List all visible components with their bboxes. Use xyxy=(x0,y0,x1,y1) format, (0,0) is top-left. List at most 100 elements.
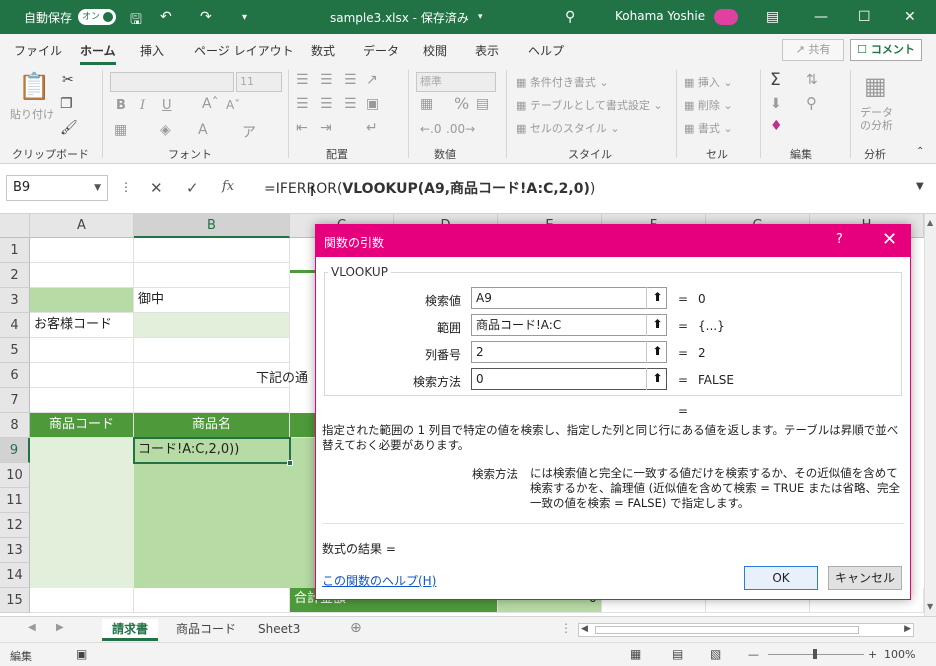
scroll-up-icon[interactable]: ▲ xyxy=(927,218,933,227)
name-box-chevron-down-icon[interactable]: ▼ xyxy=(94,176,101,200)
cell-a3[interactable] xyxy=(30,288,134,313)
zoom-level[interactable]: 100% xyxy=(884,648,915,661)
cell-b9-active[interactable]: コード!A:C,2,0)) xyxy=(133,437,291,464)
sheet-tab-invoice[interactable]: 請求書 xyxy=(102,619,159,641)
tab-insert[interactable]: 挿入 xyxy=(140,42,164,59)
phonetic-icon[interactable]: ア xyxy=(242,122,256,142)
share-button[interactable]: ↗ 共有 xyxy=(782,39,844,61)
decrease-decimal-icon[interactable]: .00→ xyxy=(446,122,475,136)
align-right-icon[interactable]: ☰ xyxy=(344,96,357,112)
indent-increase-icon[interactable]: ⇥ xyxy=(320,120,332,136)
row-header-11[interactable]: 11 xyxy=(0,488,30,513)
cell-b1[interactable] xyxy=(134,238,290,263)
fill-color-icon[interactable]: ◈ xyxy=(160,122,171,138)
clear-icon[interactable]: ♦ xyxy=(770,118,783,134)
function-help-link[interactable]: この関数のヘルプ(H) xyxy=(322,572,436,589)
autosave-toggle[interactable]: オン xyxy=(78,9,116,25)
font-color-icon[interactable]: A xyxy=(198,122,208,138)
underline-icon[interactable]: U xyxy=(162,98,172,113)
row-header-6[interactable]: 6 xyxy=(0,363,30,388)
comma-icon[interactable]: ▤ xyxy=(476,96,489,112)
accounting-icon[interactable]: ▦ xyxy=(420,96,433,112)
add-sheet-icon[interactable]: ⊕ xyxy=(350,620,362,636)
copy-icon[interactable]: ❐ xyxy=(60,96,73,112)
borders-icon[interactable]: ▦ xyxy=(114,122,127,138)
align-center-icon[interactable]: ☰ xyxy=(320,96,333,112)
name-box[interactable]: B9 ▼ xyxy=(6,175,108,201)
save-icon[interactable]: 🖫 xyxy=(130,9,142,33)
insert-function-icon[interactable]: fx xyxy=(222,179,234,194)
close-icon[interactable]: ✕ xyxy=(882,229,897,250)
increase-decimal-icon[interactable]: ←.0 xyxy=(420,122,442,136)
wrap-text-icon[interactable]: ↵ xyxy=(366,120,378,136)
page-layout-view-icon[interactable]: ▤ xyxy=(672,647,683,661)
delete-cells-button[interactable]: ▦ 削除 ⌄ xyxy=(684,97,733,113)
scroll-right-icon[interactable]: ▶ xyxy=(904,624,911,634)
tab-page-layout[interactable]: ページ レイアウト xyxy=(194,42,294,59)
cell-c8[interactable] xyxy=(290,413,316,438)
analyze-data-label[interactable]: データ の分析 xyxy=(860,106,893,132)
row-header-8[interactable]: 8 xyxy=(0,413,30,438)
tab-review[interactable]: 校閲 xyxy=(423,42,447,59)
number-format-dropdown[interactable]: 標準 xyxy=(416,72,496,92)
zoom-slider-thumb[interactable] xyxy=(813,649,817,659)
align-bottom-icon[interactable]: ☰ xyxy=(344,72,357,88)
enter-entry-icon[interactable]: ✓ xyxy=(186,179,199,197)
sheet-tab-product-code[interactable]: 商品コード xyxy=(166,619,246,641)
tab-formulas[interactable]: 数式 xyxy=(311,42,335,59)
fill-icon[interactable]: ⬇ xyxy=(770,96,782,112)
indent-decrease-icon[interactable]: ⇤ xyxy=(296,120,308,136)
merge-icon[interactable]: ▣ xyxy=(366,96,379,112)
redo-icon[interactable]: ↷ xyxy=(200,9,212,25)
cell-a15[interactable] xyxy=(30,588,134,613)
zoom-out-icon[interactable]: — xyxy=(748,648,759,661)
cell-b7[interactable] xyxy=(134,388,290,413)
tab-data[interactable]: データ xyxy=(363,42,399,59)
font-name-dropdown[interactable] xyxy=(110,72,234,92)
cancel-entry-icon[interactable]: ✕ xyxy=(150,179,163,197)
sheet-tab-sheet3[interactable]: Sheet3 xyxy=(248,619,310,641)
zoom-in-icon[interactable]: + xyxy=(868,648,877,661)
ribbon-display-icon[interactable]: ▤ xyxy=(766,9,779,25)
collapse-dialog-icon[interactable]: ⬆ xyxy=(646,287,668,309)
cell-a5[interactable] xyxy=(30,338,134,363)
cell-b3[interactable]: 御中 xyxy=(134,288,290,313)
horizontal-scroll-thumb[interactable] xyxy=(595,626,859,634)
comment-button[interactable]: ☐ コメント xyxy=(850,39,922,61)
maximize-icon[interactable]: ☐ xyxy=(858,9,871,25)
autosum-icon[interactable]: Σ xyxy=(770,70,781,90)
table-format-button[interactable]: ▦ テーブルとして書式設定 ⌄ xyxy=(516,97,663,113)
analyze-data-icon[interactable]: ▦ xyxy=(864,72,887,100)
row-header-15[interactable]: 15 xyxy=(0,588,30,613)
cell-a4[interactable]: お客様コード xyxy=(30,313,134,338)
cell-b5[interactable] xyxy=(134,338,290,363)
help-icon[interactable]: ? xyxy=(836,232,843,247)
collapse-ribbon-icon[interactable]: ⌃ xyxy=(916,146,924,157)
orientation-icon[interactable]: ↗ xyxy=(366,72,378,88)
italic-icon[interactable]: I xyxy=(140,98,145,113)
row-header-10[interactable]: 10 xyxy=(0,463,30,488)
row-header-7[interactable]: 7 xyxy=(0,388,30,413)
collapse-dialog-icon[interactable]: ⬆ xyxy=(646,314,668,336)
cell-style-button[interactable]: ▦ セルのスタイル ⌄ xyxy=(516,120,620,136)
horizontal-scrollbar[interactable]: ◀ ▶ xyxy=(578,623,914,637)
cell-b15[interactable] xyxy=(134,588,290,613)
tab-view[interactable]: 表示 xyxy=(475,42,499,59)
row-header-2[interactable]: 2 xyxy=(0,263,30,288)
find-select-icon[interactable]: ⚲ xyxy=(806,94,817,112)
expand-formula-chevron-down-icon[interactable]: ▼ xyxy=(916,181,924,192)
scroll-left-icon[interactable]: ◀ xyxy=(581,624,588,634)
arg-input-range-lookup[interactable]: 0 xyxy=(471,368,667,390)
cancel-button[interactable]: キャンセル xyxy=(828,566,902,590)
cell-a2[interactable] xyxy=(30,263,134,288)
row-header-9[interactable]: 9 xyxy=(0,438,30,463)
arg-input-table-array[interactable]: 商品コード!A:C xyxy=(471,314,667,336)
cell-a8[interactable]: 商品コード xyxy=(30,413,134,438)
align-middle-icon[interactable]: ☰ xyxy=(320,72,333,88)
close-icon[interactable]: ✕ xyxy=(904,9,916,25)
row-header-4[interactable]: 4 xyxy=(0,313,30,338)
font-size-dropdown[interactable]: 11 xyxy=(236,72,282,92)
column-header-a[interactable]: A xyxy=(30,214,134,238)
dialog-title-bar[interactable]: 関数の引数 ? ✕ xyxy=(316,225,910,257)
format-painter-icon[interactable]: 🖌 xyxy=(60,120,78,136)
